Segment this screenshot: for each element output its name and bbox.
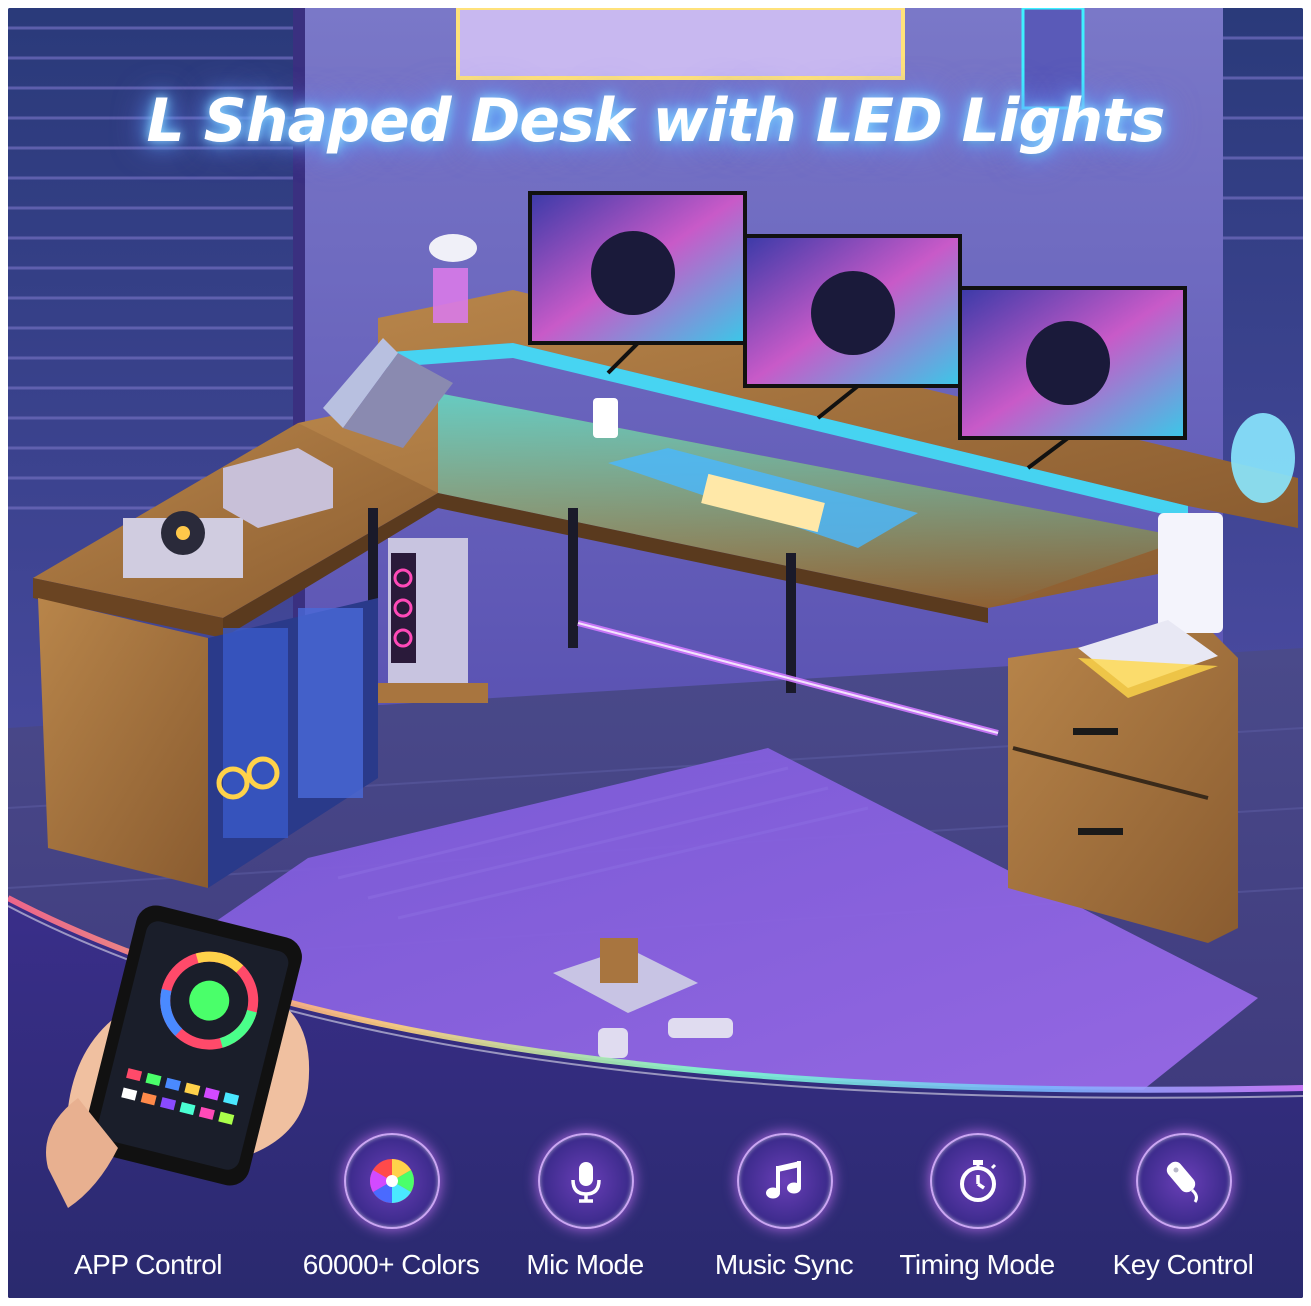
feature-list: APP Control 60000+ Colors Mic Mode Music… xyxy=(8,1133,1303,1298)
page-title: L Shaped Desk with LED Lights xyxy=(146,86,1165,156)
remote-key-icon xyxy=(1136,1133,1232,1229)
feature-app-control: APP Control xyxy=(48,1133,248,1298)
feature-label: Mic Mode xyxy=(526,1249,644,1280)
feature-label: APP Control xyxy=(73,1249,223,1280)
feature-label: Key Control xyxy=(1112,1249,1254,1280)
color-wheel-icon xyxy=(344,1133,440,1229)
feature-label: 60000+ Colors xyxy=(302,1249,480,1280)
music-note-icon xyxy=(737,1133,833,1229)
feature-label: Music Sync xyxy=(714,1249,854,1280)
feature-key-control: Key Control xyxy=(1083,1133,1283,1298)
feature-timing-mode: Timing Mode xyxy=(877,1133,1077,1298)
feature-music-sync: Music Sync xyxy=(684,1133,884,1298)
feature-colors: 60000+ Colors xyxy=(291,1133,491,1298)
product-image: L Shaped Desk with LED Lights APP Contro… xyxy=(8,8,1303,1298)
feature-label: Timing Mode xyxy=(899,1249,1055,1280)
microphone-icon xyxy=(538,1133,634,1229)
timer-icon xyxy=(930,1133,1026,1229)
desk-scene-illustration xyxy=(8,8,1303,1298)
feature-mic-mode: Mic Mode xyxy=(485,1133,685,1298)
